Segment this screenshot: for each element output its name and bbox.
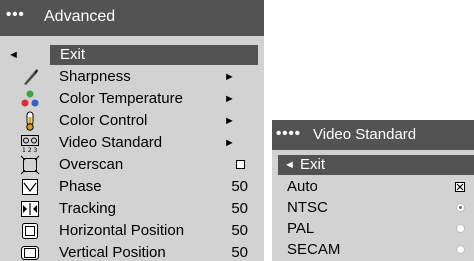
menu-item-value: 50 — [231, 178, 248, 195]
color-control-icon — [20, 111, 40, 131]
video-standard-icon: 1 2 3 — [20, 133, 40, 153]
vertical-position-icon — [20, 243, 40, 261]
menu-dots-icon: •••• — [276, 125, 302, 142]
phase-icon — [20, 177, 40, 197]
submenu-arrow-icon: ► — [224, 115, 235, 127]
option-label: PAL — [287, 220, 315, 237]
pal-radio[interactable] — [456, 224, 465, 233]
tracking-icon — [20, 199, 40, 219]
video-standard-title-bar: •••• Video Standard — [272, 120, 474, 150]
submenu-arrow-icon: ► — [224, 93, 235, 105]
secam-radio[interactable] — [456, 245, 465, 254]
advanced-exit-item[interactable]: Exit — [50, 45, 258, 65]
menu-item-label: Phase — [59, 178, 102, 195]
color-temperature-icon — [20, 89, 40, 109]
menu-item-label: Tracking — [59, 200, 116, 217]
menu-item-label: Color Control — [59, 112, 148, 129]
menu-item-label: Color Temperature — [59, 90, 183, 107]
menu-item-value: 50 — [231, 200, 248, 217]
advanced-menu-title: Advanced — [44, 8, 116, 25]
menu-item-color-temperature[interactable]: Color Temperature ► — [0, 89, 264, 109]
auto-checkbox[interactable] — [455, 182, 465, 192]
back-arrow-icon: ◄ — [8, 49, 19, 61]
option-pal[interactable]: PAL — [272, 219, 474, 239]
menu-item-label: Sharpness — [59, 68, 131, 85]
submenu-arrow-icon: ► — [224, 137, 235, 149]
advanced-menu-title-bar: ••• Advanced — [0, 0, 264, 36]
svg-text:1 2 3: 1 2 3 — [22, 147, 37, 153]
video-standard-exit-label: Exit — [300, 156, 326, 173]
menu-item-sharpness[interactable]: Sharpness ► — [0, 67, 264, 87]
video-standard-menu: •••• Video Standard ◄ Exit Auto NTSC PAL… — [272, 120, 474, 261]
menu-item-value: 50 — [231, 244, 248, 261]
menu-item-label: Video Standard — [59, 134, 163, 151]
option-ntsc[interactable]: NTSC — [272, 198, 474, 218]
menu-item-phase[interactable]: Phase 50 — [0, 177, 264, 197]
menu-item-video-standard[interactable]: 1 2 3 Video Standard ► — [0, 133, 264, 153]
ntsc-radio[interactable] — [456, 203, 465, 212]
menu-item-horizontal-position[interactable]: Horizontal Position 50 — [0, 221, 264, 241]
menu-item-color-control[interactable]: Color Control ► — [0, 111, 264, 131]
submenu-arrow-icon: ► — [224, 71, 235, 83]
video-standard-exit-item[interactable]: ◄ Exit — [278, 155, 474, 175]
menu-item-value: 50 — [231, 222, 248, 239]
menu-item-label: Overscan — [59, 156, 124, 173]
menu-item-overscan[interactable]: Overscan — [0, 155, 264, 175]
menu-dots-icon: ••• — [6, 6, 25, 23]
menu-item-label: Horizontal Position — [59, 222, 185, 239]
overscan-icon — [20, 155, 40, 175]
menu-item-label: Vertical Position — [59, 244, 166, 261]
video-standard-menu-title: Video Standard — [313, 126, 417, 143]
option-label: NTSC — [287, 199, 328, 216]
menu-item-tracking[interactable]: Tracking 50 — [0, 199, 264, 219]
option-secam[interactable]: SECAM — [272, 240, 474, 260]
horizontal-position-icon — [20, 221, 40, 241]
option-label: Auto — [287, 178, 318, 195]
sharpness-icon — [20, 67, 40, 87]
option-label: SECAM — [287, 241, 341, 258]
menu-item-vertical-position[interactable]: Vertical Position 50 — [0, 243, 264, 261]
overscan-checkbox[interactable] — [236, 160, 245, 169]
advanced-exit-label: Exit — [60, 46, 86, 63]
advanced-menu: ••• Advanced ◄ Exit Sharpness ► Color Te… — [0, 0, 264, 261]
back-arrow-icon: ◄ — [284, 159, 295, 171]
option-auto[interactable]: Auto — [272, 177, 474, 197]
